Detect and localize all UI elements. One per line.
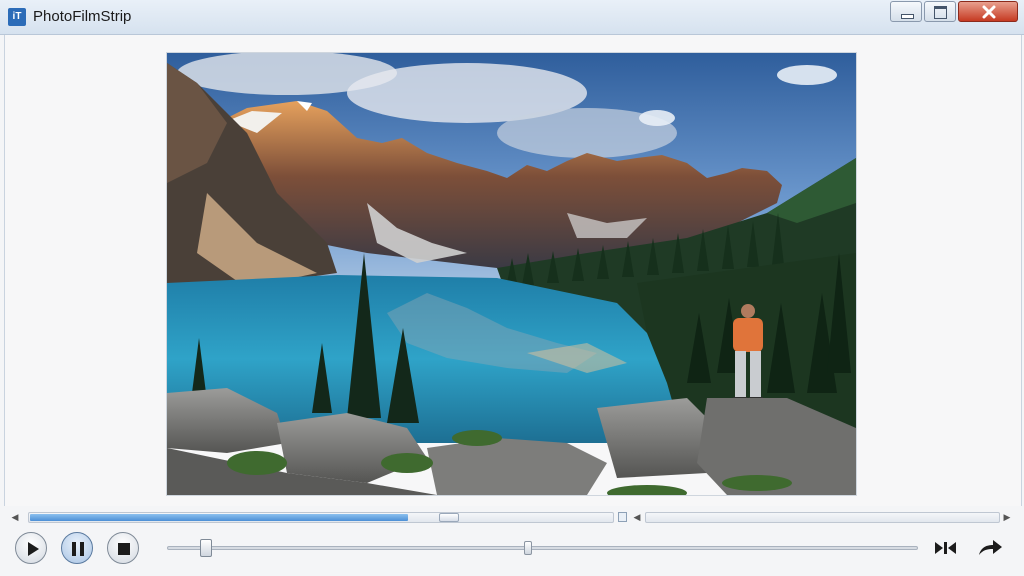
seek-thumb[interactable] (200, 539, 212, 557)
split-handle-icon[interactable] (618, 512, 627, 522)
playback-controls (0, 527, 1024, 576)
stop-icon (118, 543, 130, 555)
play-icon (28, 542, 39, 556)
close-icon (982, 5, 996, 19)
timeline-progress-bar (30, 514, 408, 521)
photo-preview (167, 53, 856, 495)
pause-icon (72, 542, 84, 556)
title-bar: iT PhotoFilmStrip (0, 0, 1024, 35)
pause-button[interactable] (61, 532, 93, 564)
play-button[interactable] (15, 532, 47, 564)
scroll-right-icon[interactable]: ▶ (1000, 511, 1014, 524)
secondary-scrollbar[interactable] (645, 512, 1000, 523)
mountain-lake-photo (167, 53, 856, 495)
window-title: PhotoFilmStrip (33, 8, 132, 25)
timeline-scrollbar-row: ◀ ◀ ▶ (8, 509, 1016, 525)
seek-marker[interactable] (524, 541, 532, 555)
timeline-scroll-thumb[interactable] (439, 513, 459, 522)
skip-to-end-icon[interactable] (934, 539, 958, 557)
close-button[interactable] (958, 1, 1018, 22)
scroll-left-icon[interactable]: ◀ (630, 511, 644, 524)
minimize-button[interactable] (890, 1, 922, 22)
app-icon: iT (8, 8, 26, 26)
maximize-button[interactable] (924, 1, 956, 22)
scroll-left-icon[interactable]: ◀ (8, 511, 22, 524)
forward-arrow-icon[interactable] (977, 539, 1003, 557)
seek-slider[interactable] (167, 539, 918, 557)
stop-button[interactable] (107, 532, 139, 564)
timeline-scrollbar[interactable] (28, 512, 614, 523)
